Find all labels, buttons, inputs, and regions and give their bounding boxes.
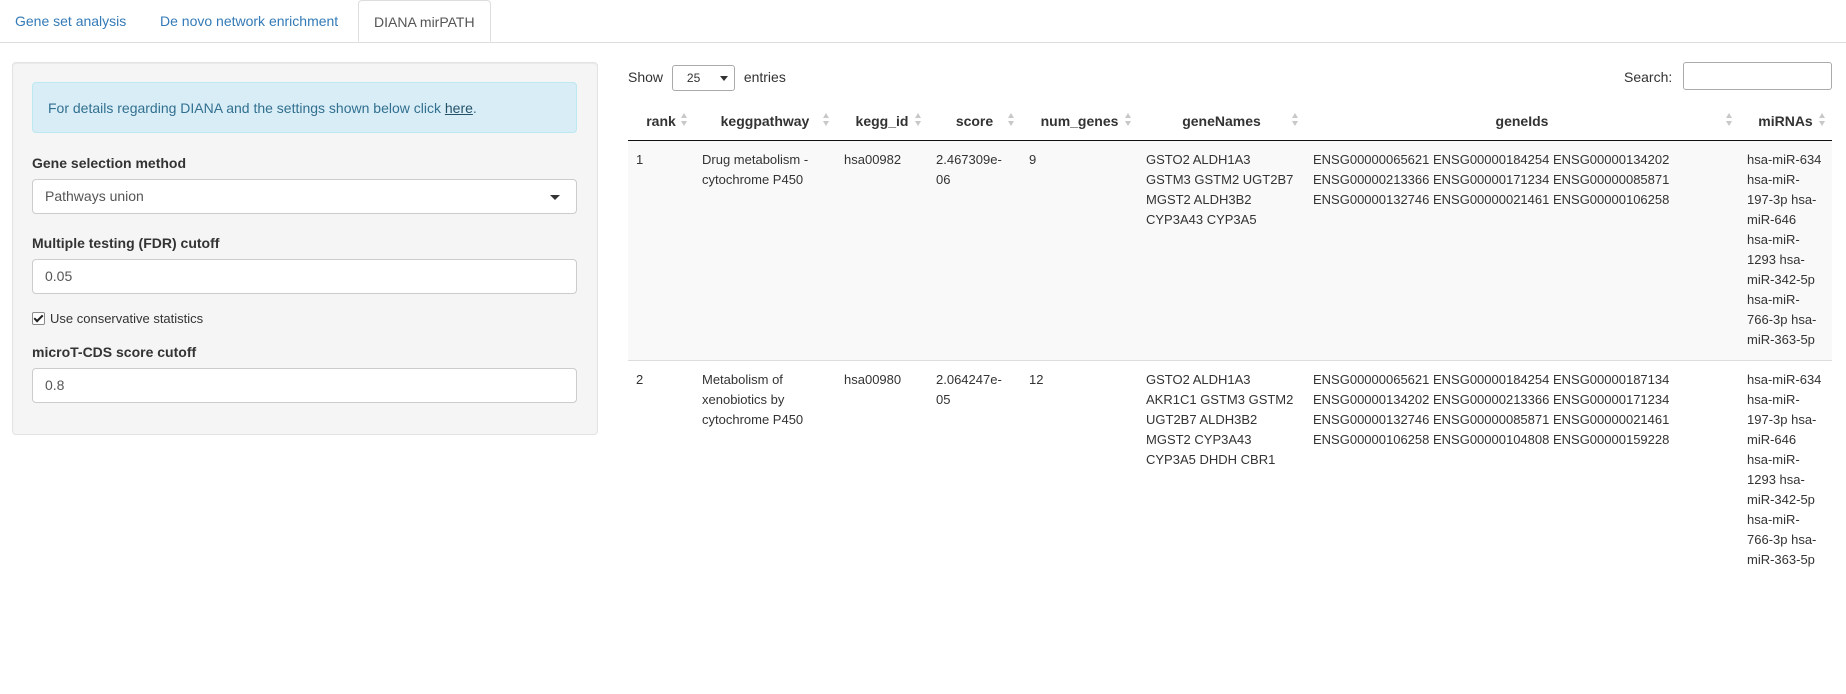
sort-icon <box>1819 113 1826 128</box>
tab-gene-set-analysis[interactable]: Gene set analysis <box>0 0 141 42</box>
entries-select[interactable]: 25 <box>671 65 735 92</box>
entries-value: 25 <box>686 71 701 86</box>
cell-rank: 1 <box>628 140 694 361</box>
fdr-cutoff-value: 0.05 <box>45 268 73 284</box>
microt-cutoff-input[interactable]: 0.8 <box>32 368 577 403</box>
details-link[interactable]: here <box>445 100 473 116</box>
chevron-down-icon <box>550 195 560 200</box>
cell-genenames: GSTO2 ALDH1A3 GSTM3 GSTM2 UGT2B7 MGST2 A… <box>1138 140 1305 361</box>
cell-num-genes: 9 <box>1021 140 1138 361</box>
results-table: rank keggpathway kegg_id score num_genes… <box>628 101 1832 580</box>
search-input[interactable] <box>1683 62 1832 90</box>
microt-label: microT-CDS score cutoff <box>32 344 197 360</box>
sort-icon <box>823 113 830 128</box>
cell-geneids: ENSG00000065621 ENSG00000184254 ENSG0000… <box>1305 140 1739 361</box>
conservative-statistics-option[interactable]: Use conservative statistics <box>32 310 203 328</box>
column-header-keggpathway[interactable]: keggpathway <box>694 101 836 141</box>
info-alert: For details regarding DIANA and the sett… <box>32 82 577 133</box>
entries-length-control: Show 25 entries <box>628 63 786 92</box>
sort-icon <box>1008 113 1015 128</box>
column-header-geneids[interactable]: geneIds <box>1305 101 1739 141</box>
column-header-kegg-id[interactable]: kegg_id <box>836 101 928 141</box>
dropdown-arrow-icon <box>719 76 728 82</box>
cell-keggpathway: Drug metabolism - cytochrome P450 <box>694 140 836 361</box>
cell-rank: 2 <box>628 360 694 580</box>
column-header-genenames[interactable]: geneNames <box>1138 101 1305 141</box>
cell-kegg-id: hsa00980 <box>836 360 928 580</box>
tab-de-novo-network-enrichment[interactable]: De novo network enrichment <box>145 0 353 42</box>
table-row: 2 Metabolism of xenobiotics by cytochrom… <box>628 360 1832 580</box>
sort-icon <box>1292 113 1299 128</box>
cell-geneids: ENSG00000065621 ENSG00000184254 ENSG0000… <box>1305 360 1739 580</box>
conservative-statistics-checkbox[interactable] <box>32 312 45 326</box>
cell-mirnas: hsa-miR-634 hsa-miR-197-3p hsa-miR-646 h… <box>1739 360 1832 580</box>
sort-icon <box>681 113 688 128</box>
cell-mirnas: hsa-miR-634 hsa-miR-197-3p hsa-miR-646 h… <box>1739 140 1832 361</box>
sort-icon <box>1125 113 1132 128</box>
entries-label: entries <box>743 69 786 85</box>
gene-selection-label: Gene selection method <box>32 155 187 171</box>
alert-text: For details regarding DIANA and the sett… <box>48 100 445 116</box>
conservative-statistics-label: Use conservative statistics <box>50 311 204 326</box>
microt-cutoff-value: 0.8 <box>45 377 65 393</box>
cell-num-genes: 12 <box>1021 360 1138 580</box>
table-row: 1 Drug metabolism - cytochrome P450 hsa0… <box>628 140 1832 361</box>
gene-selection-select[interactable]: Pathways union <box>32 179 577 214</box>
search-label: Search: <box>1624 69 1673 85</box>
column-header-num-genes[interactable]: num_genes <box>1021 101 1138 141</box>
tab-diana-mirpath[interactable]: DIANA mirPATH <box>358 0 491 42</box>
table-header-row: rank keggpathway kegg_id score num_genes… <box>628 101 1832 141</box>
column-header-score[interactable]: score <box>928 101 1021 141</box>
cell-score: 2.064247e-05 <box>928 360 1021 580</box>
settings-panel: For details regarding DIANA and the sett… <box>12 62 598 435</box>
cell-kegg-id: hsa00982 <box>836 140 928 361</box>
sort-icon <box>915 113 922 128</box>
cell-keggpathway: Metabolism of xenobiotics by cytochrome … <box>694 360 836 580</box>
sort-icon <box>1726 113 1733 128</box>
tab-bar: Gene set analysis De novo network enrich… <box>0 0 1846 43</box>
cell-genenames: GSTO2 ALDH1A3 AKR1C1 GSTM3 GSTM2 UGT2B7 … <box>1138 360 1305 580</box>
gene-selection-value: Pathways union <box>45 188 144 204</box>
column-header-rank[interactable]: rank <box>628 101 694 141</box>
fdr-label: Multiple testing (FDR) cutoff <box>32 235 220 251</box>
show-label: Show <box>628 69 664 85</box>
alert-end: . <box>472 100 477 116</box>
cell-score: 2.467309e-06 <box>928 140 1021 361</box>
fdr-cutoff-input[interactable]: 0.05 <box>32 259 577 294</box>
column-header-mirnas[interactable]: miRNAs <box>1739 101 1832 141</box>
